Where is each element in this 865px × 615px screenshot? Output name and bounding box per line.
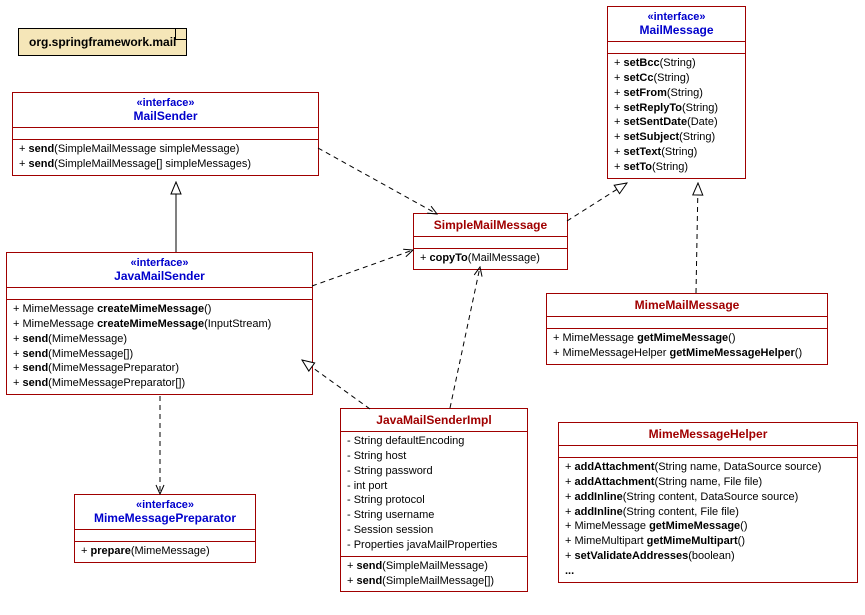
class-MimeMessageHelper: MimeMessageHelper + addAttachment(String…: [558, 422, 858, 583]
attrs-section: [75, 530, 255, 542]
ops-section: + prepare(MimeMessage): [75, 542, 255, 562]
class-name: MimeMessagePreparator: [83, 511, 247, 525]
operation-row: + MimeMessage getMimeMessage(): [565, 519, 851, 534]
attribute-row: - String protocol: [347, 493, 521, 508]
class-name: MailMessage: [616, 23, 737, 37]
class-MailSender: «interface» MailSender + send(SimpleMail…: [12, 92, 319, 176]
attrs-section: [7, 288, 312, 300]
edge-dependency: [318, 148, 437, 214]
stereotype: «interface»: [83, 499, 247, 511]
operation-row: + send(MimeMessage): [13, 332, 306, 347]
edge-dependency: [450, 267, 480, 408]
operation-row: + MimeMessage createMimeMessage(): [13, 302, 306, 317]
operation-row: + setBcc(String): [614, 56, 739, 71]
operation-row: + addInline(String content, DataSource s…: [565, 490, 851, 505]
operation-row: + MimeMessage getMimeMessage(): [553, 331, 821, 346]
class-MailMessage: «interface» MailMessage + setBcc(String)…: [607, 6, 746, 179]
operation-row: + MimeMessageHelper getMimeMessageHelper…: [553, 346, 821, 361]
class-name: MimeMessageHelper: [567, 427, 849, 441]
operation-row: + send(MimeMessagePreparator[]): [13, 376, 306, 391]
operation-row: + setValidateAddresses(boolean): [565, 549, 851, 564]
operation-row: + MimeMultipart getMimeMultipart(): [565, 534, 851, 549]
stereotype: «interface»: [616, 11, 737, 23]
attribute-row: - String username: [347, 508, 521, 523]
attribute-row: - String defaultEncoding: [347, 434, 521, 449]
operation-row: + send(SimpleMailMessage[] simpleMessage…: [19, 157, 312, 172]
attribute-row: - String password: [347, 464, 521, 479]
ops-section: + addAttachment(String name, DataSource …: [559, 458, 857, 582]
attrs-section: [547, 317, 827, 329]
ops-section: + setBcc(String)+ setCc(String)+ setFrom…: [608, 54, 745, 178]
class-name: MimeMailMessage: [555, 298, 819, 312]
attrs-section: [608, 42, 745, 54]
class-name: SimpleMailMessage: [422, 218, 559, 232]
edge-realization: [696, 183, 698, 293]
class-MimeMailMessage: MimeMailMessage + MimeMessage getMimeMes…: [546, 293, 828, 365]
operation-row: + setSentDate(Date): [614, 115, 739, 130]
operation-row: + send(MimeMessagePreparator): [13, 361, 306, 376]
attrs-section: [414, 237, 567, 249]
class-JavaMailSender: «interface» JavaMailSender + MimeMessage…: [6, 252, 313, 395]
ops-section: + send(SimpleMailMessage)+ send(SimpleMa…: [341, 557, 527, 592]
operation-row: + setCc(String): [614, 71, 739, 86]
operation-row: + copyTo(MailMessage): [420, 251, 561, 266]
edge-realization: [567, 183, 627, 221]
operation-row: ...: [565, 564, 851, 579]
class-name: JavaMailSender: [15, 269, 304, 283]
attribute-row: - Properties javaMailProperties: [347, 538, 521, 553]
operation-row: + send(SimpleMailMessage[]): [347, 574, 521, 589]
stereotype: «interface»: [21, 97, 310, 109]
attrs-section: [13, 128, 318, 140]
attrs-section: [559, 446, 857, 458]
operation-row: + send(MimeMessage[]): [13, 347, 306, 362]
edge-dependency: [312, 250, 413, 286]
package-note: org.springframework.mail: [18, 28, 187, 56]
class-SimpleMailMessage: SimpleMailMessage + copyTo(MailMessage): [413, 213, 568, 270]
operation-row: + setText(String): [614, 145, 739, 160]
class-name: MailSender: [21, 109, 310, 123]
ops-section: + MimeMessage createMimeMessage()+ MimeM…: [7, 300, 312, 394]
operation-row: + setFrom(String): [614, 86, 739, 101]
class-name: JavaMailSenderImpl: [349, 413, 519, 427]
attribute-row: - String host: [347, 449, 521, 464]
class-JavaMailSenderImpl: JavaMailSenderImpl - String defaultEncod…: [340, 408, 528, 592]
ops-section: + copyTo(MailMessage): [414, 249, 567, 269]
operation-row: + send(SimpleMailMessage): [347, 559, 521, 574]
operation-row: + addAttachment(String name, DataSource …: [565, 460, 851, 475]
ops-section: + MimeMessage getMimeMessage()+ MimeMess…: [547, 329, 827, 364]
class-MimeMessagePreparator: «interface» MimeMessagePreparator + prep…: [74, 494, 256, 563]
stereotype: «interface»: [15, 257, 304, 269]
operation-row: + setTo(String): [614, 160, 739, 175]
package-label: org.springframework.mail: [29, 35, 176, 49]
operation-row: + setSubject(String): [614, 130, 739, 145]
operation-row: + addAttachment(String name, File file): [565, 475, 851, 490]
operation-row: + send(SimpleMailMessage simpleMessage): [19, 142, 312, 157]
operation-row: + prepare(MimeMessage): [81, 544, 249, 559]
attribute-row: - int port: [347, 479, 521, 494]
attrs-section: - String defaultEncoding- String host- S…: [341, 432, 527, 557]
operation-row: + addInline(String content, File file): [565, 505, 851, 520]
operation-row: + MimeMessage createMimeMessage(InputStr…: [13, 317, 306, 332]
operation-row: + setReplyTo(String): [614, 101, 739, 116]
attribute-row: - Session session: [347, 523, 521, 538]
ops-section: + send(SimpleMailMessage simpleMessage)+…: [13, 140, 318, 175]
